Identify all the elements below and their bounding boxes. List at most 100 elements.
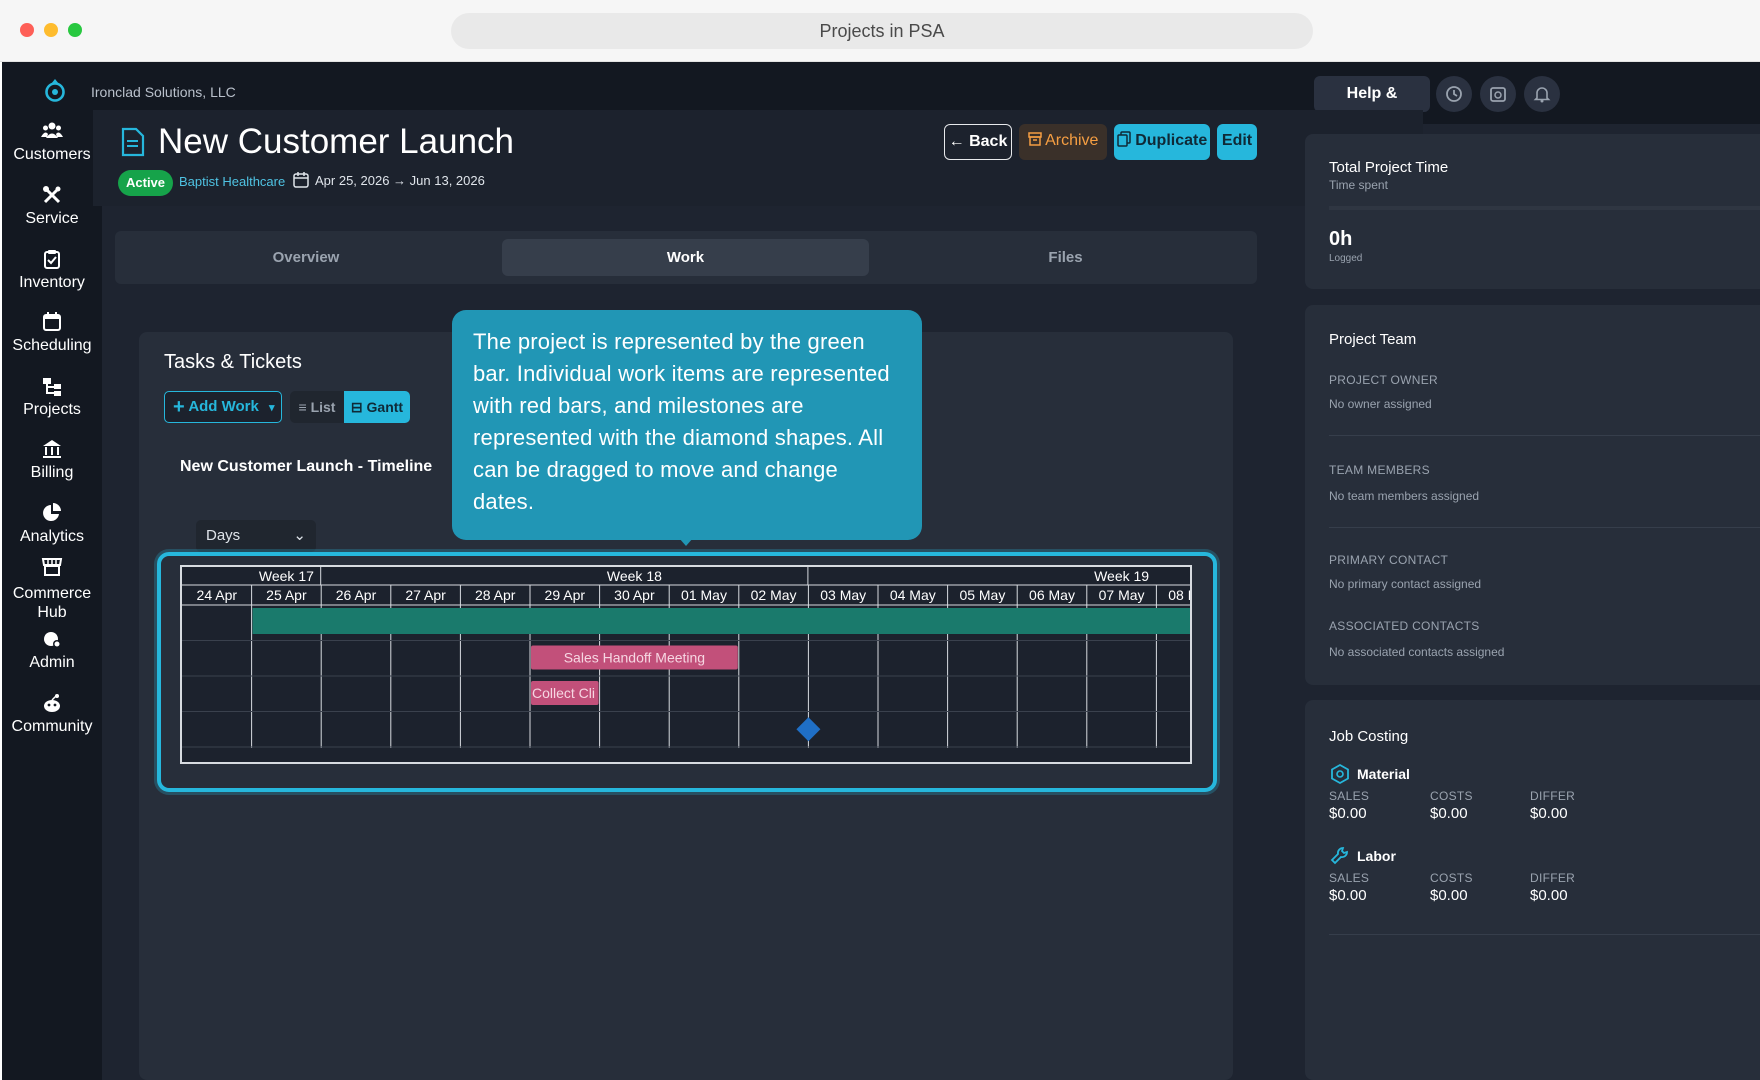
sidebar-item-label: Community xyxy=(11,718,93,735)
divider xyxy=(1329,435,1760,436)
history-button[interactable] xyxy=(1436,76,1472,112)
address-bar[interactable]: Projects in PSA xyxy=(451,13,1313,49)
job-costing-title: Job Costing xyxy=(1329,728,1409,745)
customer-link[interactable]: Baptist Healthcare xyxy=(179,174,285,189)
tutorial-callout: The project is represented by the green … xyxy=(452,310,922,540)
maximize-window-button[interactable] xyxy=(68,23,82,37)
tab-files[interactable]: Files xyxy=(882,239,1249,276)
add-work-label: Add Work xyxy=(188,398,259,415)
sidebar-item-customers[interactable]: Customers xyxy=(2,120,102,164)
view-list-label: List xyxy=(310,399,336,415)
calendar-icon xyxy=(41,311,63,333)
sidebar-item-admin[interactable]: Admin xyxy=(2,628,102,672)
add-work-button[interactable]: + Add Work ▾ xyxy=(164,391,282,423)
close-window-button[interactable] xyxy=(20,23,34,37)
app-logo-icon[interactable] xyxy=(42,78,68,104)
timer-button[interactable] xyxy=(1480,76,1516,112)
gantt-day-label: 24 Apr xyxy=(197,587,238,603)
sidebar-item-label: Inventory xyxy=(19,274,85,291)
back-button[interactable]: ← Back xyxy=(944,124,1012,160)
browser-titlebar: Projects in PSA xyxy=(0,0,1760,62)
sidebar-item-inventory[interactable]: Inventory xyxy=(2,248,102,292)
primary-contact-value: No primary contact assigned xyxy=(1329,577,1482,591)
page-title: New Customer Launch xyxy=(158,122,514,161)
sidebar-item-label: Scheduling xyxy=(12,337,92,354)
browser-window: Projects in PSA Customers Service Invent… xyxy=(0,0,1760,1080)
total-time-card: Total Project Time Time spent 0h Logged xyxy=(1305,134,1760,289)
sidebar-item-service[interactable]: Service xyxy=(2,184,102,228)
gantt-chart: Week 17 Week 18 Week 19 24 Apr 25 Apr 26 Apr 2… xyxy=(180,565,1192,764)
sidebar-item-label: Projects xyxy=(23,401,81,418)
project-owner-value: No owner assigned xyxy=(1329,397,1432,411)
labor-label: Labor xyxy=(1357,848,1396,864)
tools-icon xyxy=(41,184,63,206)
document-icon xyxy=(121,127,145,157)
material-diff-value: $0.00 xyxy=(1530,805,1568,822)
gantt-day-label: 06 May xyxy=(1029,587,1075,603)
tab-overview[interactable]: Overview xyxy=(123,239,489,276)
zoom-level-select[interactable]: Days ⌄ xyxy=(196,520,316,552)
minimize-window-button[interactable] xyxy=(44,23,58,37)
sidebar-item-projects[interactable]: Projects xyxy=(2,375,102,419)
archive-button[interactable]: Archive xyxy=(1019,124,1107,160)
list-icon: ≡ xyxy=(298,399,307,415)
gantt-milestone-diamond[interactable] xyxy=(796,717,821,742)
associated-contacts-label: ASSOCIATED CONTACTS xyxy=(1329,619,1480,633)
material-label: Material xyxy=(1357,766,1410,782)
gantt-day-label: 02 May xyxy=(751,587,797,603)
gantt-task-label: Sales Handoff Meeting xyxy=(564,650,705,666)
gantt-project-bar[interactable] xyxy=(252,608,1192,634)
store-icon xyxy=(41,556,63,578)
tab-work[interactable]: Work xyxy=(502,239,869,276)
duplicate-button[interactable]: Duplicate xyxy=(1114,124,1210,160)
copy-icon xyxy=(1117,131,1131,147)
sidebar-item-billing[interactable]: Billing xyxy=(2,438,102,482)
project-team-card: Project Team PROJECT OWNER No owner assi… xyxy=(1305,305,1760,685)
team-members-label: TEAM MEMBERS xyxy=(1329,463,1430,477)
timeline-title: New Customer Launch - Timeline xyxy=(180,458,433,475)
sidebar: Customers Service Inventory Scheduling P… xyxy=(2,62,102,1080)
admin-icon xyxy=(41,628,63,650)
sidebar-item-label: Admin xyxy=(29,654,75,671)
total-time-subtitle: Time spent xyxy=(1329,178,1388,192)
sidebar-item-label: Billing xyxy=(30,464,74,481)
help-support-button[interactable]: Help & Support xyxy=(1314,76,1430,138)
sidebar-item-analytics[interactable]: Analytics xyxy=(2,502,102,546)
notifications-button[interactable] xyxy=(1524,76,1560,112)
back-label: Back xyxy=(969,133,1008,150)
gantt-day-label: 27 Apr xyxy=(405,587,446,603)
archive-icon xyxy=(1027,132,1042,146)
sidebar-item-label: Analytics xyxy=(19,528,85,545)
sidebar-item-scheduling[interactable]: Scheduling xyxy=(2,311,102,355)
total-time-title: Total Project Time xyxy=(1329,159,1449,176)
primary-contact-label: PRIMARY CONTACT xyxy=(1329,553,1449,567)
gantt-icon: ⊟ xyxy=(350,399,363,415)
gantt-week-label: Week 19 xyxy=(1094,568,1149,584)
view-gantt-button[interactable]: ⊟ Gantt xyxy=(344,391,410,423)
sidebar-item-label: Commerce xyxy=(12,585,92,602)
community-icon xyxy=(41,692,63,714)
date-range-text: Apr 25, 2026 → Jun 13, 2026 xyxy=(315,173,485,188)
sidebar-item-community[interactable]: Community xyxy=(2,692,102,736)
gantt-day-label: 04 May xyxy=(890,587,936,603)
gantt-day-label: 01 May xyxy=(681,587,727,603)
project-tabs: Overview Work Files xyxy=(115,231,1257,284)
date-range: Apr 25, 2026 → Jun 13, 2026 xyxy=(293,171,485,191)
chevron-down-icon: ⌄ xyxy=(293,527,306,544)
labor-diff-value: $0.00 xyxy=(1530,887,1568,904)
sidebar-item-commerce-hub[interactable]: Commerce Hub xyxy=(2,556,102,622)
gantt-day-label: 26 Apr xyxy=(336,587,377,603)
associated-contacts-value: No associated contacts assigned xyxy=(1329,645,1505,659)
calendar-icon xyxy=(293,172,309,188)
labor-costs-value: $0.00 xyxy=(1430,887,1468,904)
edit-button[interactable]: Edit xyxy=(1217,124,1257,160)
clipboard-icon xyxy=(41,248,63,270)
gantt-day-label: 30 Apr xyxy=(614,587,655,603)
gantt-day-label: 07 May xyxy=(1099,587,1145,603)
callout-tail xyxy=(679,538,693,546)
gantt-day-label: 03 May xyxy=(820,587,866,603)
gantt-day-label: 29 Apr xyxy=(545,587,586,603)
app-root: Customers Service Inventory Scheduling P… xyxy=(2,62,1760,1080)
view-list-button[interactable]: ≡ List xyxy=(290,391,344,423)
gantt-svg: Week 17 Week 18 Week 19 24 Apr 25 Apr 26 Apr 2… xyxy=(182,567,1192,748)
